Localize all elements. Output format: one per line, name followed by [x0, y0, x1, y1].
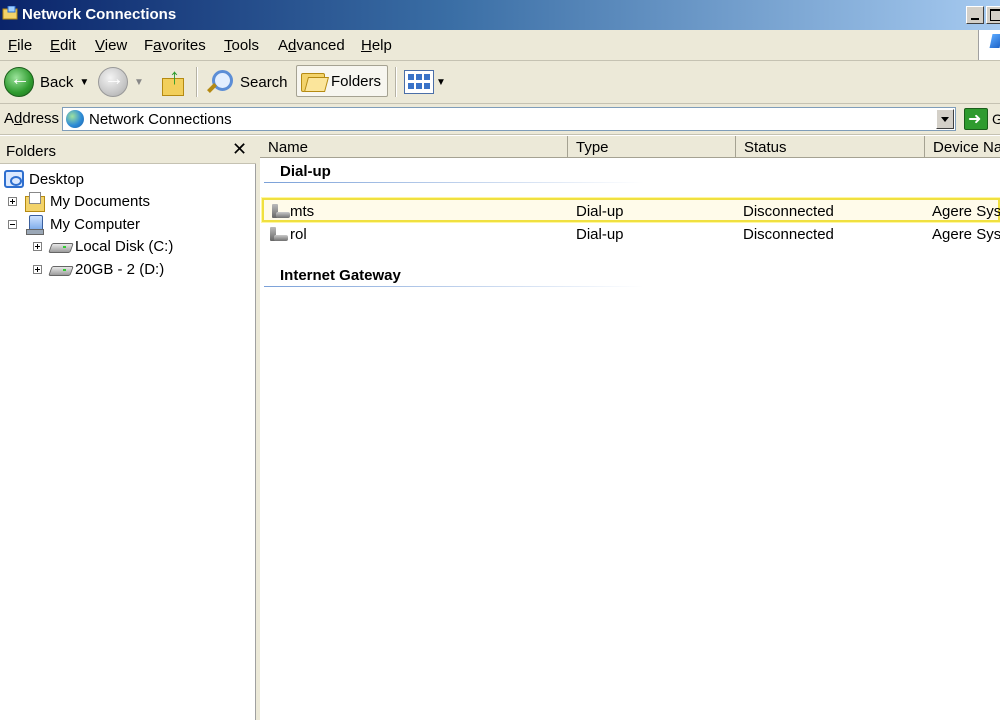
expand-icon[interactable] — [8, 196, 17, 206]
group-title-internet-gateway: Internet Gateway — [280, 267, 401, 284]
row-status: Disconnected — [743, 203, 834, 220]
standard-toolbar: Back ▼ ▼ Search Folders ▼ — [0, 61, 1000, 104]
maximize-button[interactable] — [986, 6, 1000, 24]
address-value: Network Connections — [89, 111, 232, 128]
tree-label: 20GB - 2 (D:) — [75, 260, 165, 278]
search-label: Search — [240, 73, 288, 91]
close-icon[interactable]: ✕ — [232, 139, 247, 160]
my-computer-icon — [25, 215, 45, 235]
network-globe-icon — [66, 110, 84, 128]
address-label: Address — [4, 110, 60, 127]
row-device: Agere Systems — [932, 203, 1000, 220]
network-connections-icon — [2, 5, 18, 20]
tree-item-my-documents[interactable]: My Documents — [8, 190, 150, 212]
views-button[interactable]: ▼ — [404, 65, 446, 99]
table-row[interactable]: rol Dial-up Disconnected Agere Systems — [262, 223, 1000, 247]
tree-item-local-disk-c[interactable]: Local Disk (C:) — [33, 235, 173, 257]
folders-button[interactable]: Folders — [296, 65, 389, 97]
expand-icon[interactable] — [33, 264, 42, 274]
address-dropdown-icon[interactable] — [936, 109, 954, 129]
row-name: rol — [290, 226, 307, 243]
column-header-type[interactable]: Type — [568, 136, 736, 158]
tree-label: My Computer — [50, 215, 141, 233]
row-device: Agere Systems — [932, 226, 1000, 243]
back-button[interactable]: Back ▼ — [4, 65, 89, 99]
toolbar-separator-2 — [395, 67, 397, 97]
menu-advanced[interactable]: Advanced — [278, 37, 345, 54]
forward-dropdown-icon[interactable]: ▼ — [134, 77, 144, 88]
folders-label: Folders — [331, 72, 382, 90]
row-type: Dial-up — [576, 226, 624, 243]
address-bar: Address Network Connections Go — [0, 104, 1000, 135]
tree-item-drive-d[interactable]: 20GB - 2 (D:) — [33, 258, 164, 280]
go-label[interactable]: Go — [992, 111, 1000, 127]
column-header-status[interactable]: Status — [736, 136, 925, 158]
folders-pane: Folders ✕ Desktop My Documents My Comput… — [0, 136, 256, 720]
collapse-icon[interactable] — [8, 219, 17, 229]
row-status: Disconnected — [743, 226, 834, 243]
folders-icon — [301, 70, 327, 92]
tree-label: Local Disk (C:) — [75, 237, 174, 255]
go-arrow-icon[interactable] — [964, 108, 988, 130]
forward-arrow-icon — [98, 67, 128, 97]
back-dropdown-icon[interactable]: ▼ — [79, 77, 89, 88]
folders-pane-header: Folders ✕ — [0, 136, 256, 164]
menu-tools[interactable]: Tools — [224, 37, 259, 54]
tree-label: My Documents — [50, 192, 151, 210]
windows-flag-icon — [978, 30, 1000, 60]
menu-edit[interactable]: Edit — [50, 37, 76, 54]
menu-favorites[interactable]: Favorites — [144, 37, 206, 54]
expand-icon[interactable] — [33, 241, 42, 251]
folders-pane-title: Folders — [6, 143, 57, 160]
desktop-icon — [4, 170, 24, 188]
tree-label: Desktop — [29, 170, 85, 188]
group-title-dial-up: Dial-up — [280, 163, 331, 180]
menu-view[interactable]: View — [95, 37, 127, 54]
up-button[interactable] — [160, 64, 186, 99]
hard-disk-icon — [50, 260, 70, 278]
menu-bar: File Edit View Favorites Tools Advanced … — [0, 30, 1000, 61]
table-row[interactable]: mts Dial-up Disconnected Agere Systems — [262, 198, 1000, 222]
hard-disk-icon — [50, 237, 70, 255]
window-title: Network Connections — [22, 6, 177, 23]
menu-file[interactable]: File — [8, 37, 32, 54]
connections-list: Name Type Status Device Name Dial-up mts… — [260, 136, 1000, 720]
group-divider — [264, 286, 644, 287]
dial-up-connection-icon — [270, 227, 288, 243]
views-dropdown-icon[interactable]: ▼ — [436, 77, 446, 88]
dial-up-connection-icon — [272, 204, 290, 220]
views-icon — [404, 70, 434, 94]
title-bar: Network Connections — [0, 0, 1000, 30]
tree-item-my-computer[interactable]: My Computer — [8, 213, 140, 235]
column-header-device-name[interactable]: Device Name — [925, 136, 1000, 158]
forward-button[interactable]: ▼ — [98, 65, 144, 99]
group-divider — [264, 182, 644, 183]
back-label: Back — [40, 73, 74, 91]
tree-item-desktop[interactable]: Desktop — [4, 168, 84, 190]
row-name: mts — [290, 203, 315, 220]
column-header-name[interactable]: Name — [260, 136, 568, 158]
my-documents-icon — [25, 192, 45, 212]
search-icon — [204, 68, 233, 96]
back-arrow-icon — [4, 67, 34, 97]
address-input[interactable]: Network Connections — [62, 107, 956, 131]
up-folder-icon — [160, 64, 186, 96]
toolbar-separator — [196, 67, 198, 97]
minimize-button[interactable] — [966, 6, 984, 24]
row-type: Dial-up — [576, 203, 624, 220]
search-button[interactable]: Search — [204, 65, 288, 99]
menu-help[interactable]: Help — [361, 37, 392, 54]
